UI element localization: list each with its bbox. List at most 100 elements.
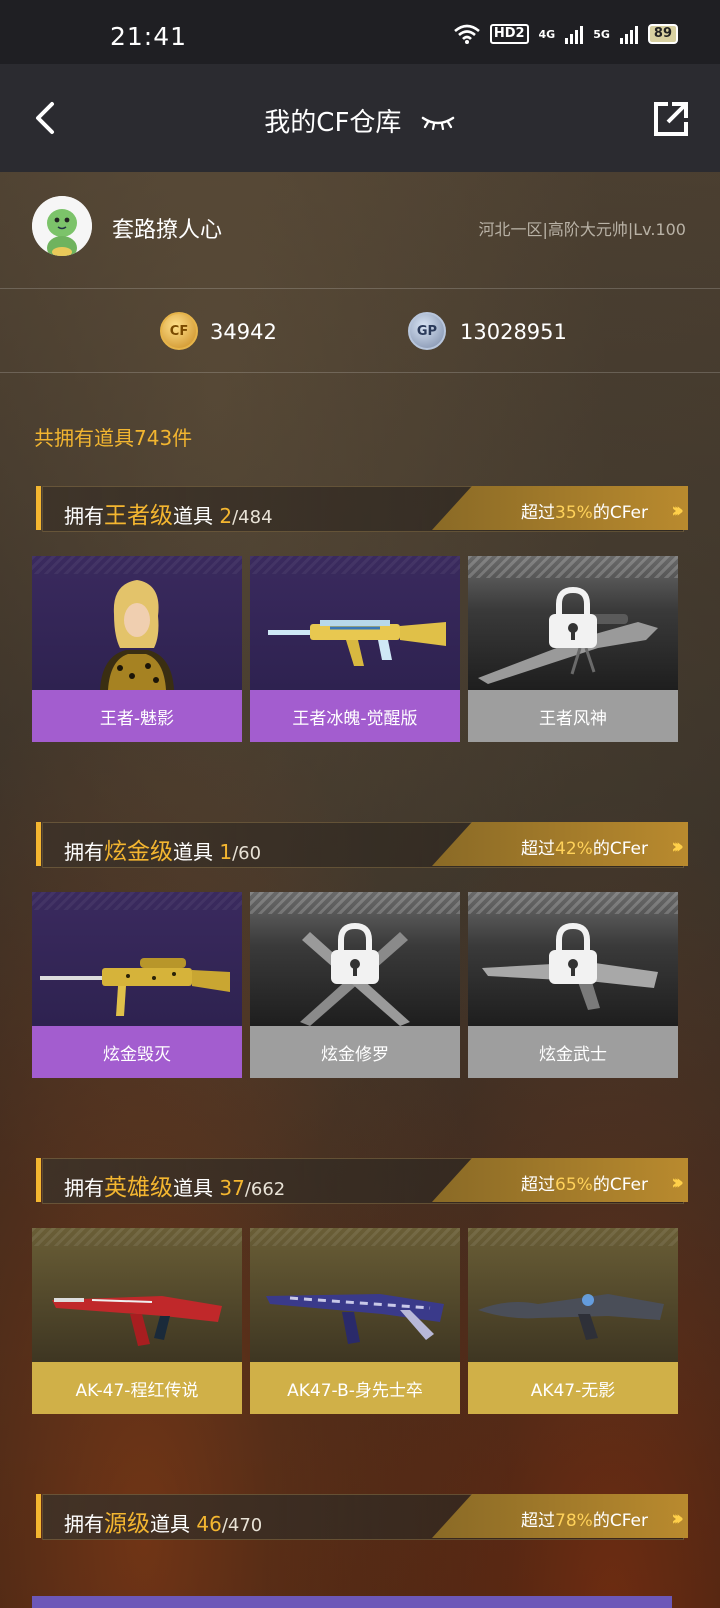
section-header-king[interactable]: 拥有王者级道具 2/484 超过35%的CFer ››› bbox=[36, 486, 688, 532]
rank-prefix: 超过 bbox=[521, 503, 556, 523]
item-image bbox=[250, 892, 460, 1026]
section-rank-text: 超过78%的CFer bbox=[521, 1506, 648, 1531]
item-name: 王者-魅影 bbox=[32, 690, 242, 742]
item-card[interactable]: 炫金毁灭 bbox=[32, 892, 242, 1078]
status-icons: HD2 4G 5G 89 bbox=[453, 24, 678, 44]
section-total-count: /60 bbox=[232, 843, 262, 864]
item-card[interactable]: 炫金武士 bbox=[468, 892, 678, 1078]
rank-percent: 42% bbox=[555, 839, 593, 859]
lock-icon bbox=[331, 922, 379, 984]
currency-row: CF 34942 GP 13028951 bbox=[0, 290, 720, 373]
rank-suffix: 的CFer bbox=[592, 1511, 648, 1531]
item-name: AK47-无影 bbox=[468, 1362, 678, 1414]
rank-suffix: 的CFer bbox=[592, 503, 648, 523]
chevron-right-icon[interactable]: ››› bbox=[671, 1506, 684, 1530]
cf-points-value: 34942 bbox=[210, 320, 277, 344]
page-title: 我的CF仓库 bbox=[0, 102, 720, 139]
section-header-source[interactable]: 拥有源级道具 46/470 超过78%的CFer ››› bbox=[36, 1494, 688, 1540]
rank-percent: 78% bbox=[555, 1511, 593, 1531]
section-tier: 英雄级 bbox=[104, 1175, 173, 1201]
lock-icon bbox=[549, 922, 597, 984]
section-rank-text: 超过35%的CFer bbox=[521, 498, 648, 523]
total-items: 共拥有道具743件 bbox=[34, 426, 193, 450]
item-card[interactable]: 王者风神 bbox=[468, 556, 678, 742]
ak47-icon bbox=[266, 1294, 444, 1344]
rank-prefix: 超过 bbox=[521, 1175, 556, 1195]
item-image bbox=[468, 1228, 678, 1362]
lock-icon bbox=[549, 586, 597, 648]
item-card[interactable]: 王者-魅影 bbox=[32, 556, 242, 742]
rank-percent: 65% bbox=[555, 1175, 593, 1195]
section-tier: 源级 bbox=[104, 1511, 150, 1537]
item-name: 王者风神 bbox=[468, 690, 678, 742]
page-title-text: 我的CF仓库 bbox=[264, 108, 402, 138]
item-image bbox=[32, 556, 242, 690]
section-prefix: 拥有 bbox=[64, 840, 104, 864]
rank-suffix: 的CFer bbox=[592, 1175, 648, 1195]
item-name: 炫金修罗 bbox=[250, 1026, 460, 1078]
signal-4g-icon bbox=[565, 24, 584, 44]
gp-coin-icon: GP bbox=[408, 312, 446, 350]
network-4g-label: 4G bbox=[538, 27, 556, 41]
rank-suffix: 的CFer bbox=[592, 839, 648, 859]
rifle-icon bbox=[268, 620, 446, 666]
status-bar: 21:41 HD2 4G 5G 89 bbox=[0, 0, 720, 64]
server-info: 河北一区|高阶大元帅|Lv.100 bbox=[478, 220, 686, 239]
network-5g-label: 5G bbox=[593, 27, 610, 41]
item-image bbox=[32, 892, 242, 1026]
item-name: AK47-B-身先士卒 bbox=[250, 1362, 460, 1414]
item-card[interactable]: AK47-无影 bbox=[468, 1228, 678, 1414]
hide-eye-icon[interactable] bbox=[420, 112, 456, 130]
section-owned-count: 46 bbox=[196, 1512, 222, 1536]
ak47-icon bbox=[478, 1294, 664, 1340]
section-title: 拥有王者级道具 2/484 bbox=[64, 496, 273, 530]
section-tier: 王者级 bbox=[104, 503, 173, 529]
signal-5g-icon bbox=[619, 24, 638, 44]
chevron-right-icon[interactable]: ››› bbox=[671, 834, 684, 858]
section-rank-text: 超过65%的CFer bbox=[521, 1170, 648, 1195]
section-total-count: /662 bbox=[244, 1179, 286, 1200]
item-image bbox=[32, 1228, 242, 1362]
section-header-hero[interactable]: 拥有英雄级道具 37/662 超过65%的CFer ››› bbox=[36, 1158, 688, 1204]
section-suffix: 道具 bbox=[173, 840, 213, 864]
rank-prefix: 超过 bbox=[521, 839, 556, 859]
sniper-rifle-icon bbox=[40, 958, 230, 1016]
section-owned-count: 37 bbox=[219, 1176, 245, 1200]
section-title: 拥有炫金级道具 1/60 bbox=[64, 832, 261, 866]
item-name: AK-47-程红传说 bbox=[32, 1362, 242, 1414]
item-card[interactable]: 王者冰魄-觉醒版 bbox=[250, 556, 460, 742]
item-card[interactable]: 炫金修罗 bbox=[250, 892, 460, 1078]
section-tier: 炫金级 bbox=[104, 839, 173, 865]
section-accent-bar bbox=[36, 822, 41, 866]
chevron-right-icon[interactable]: ››› bbox=[671, 498, 684, 522]
section-title: 拥有源级道具 46/470 bbox=[64, 1504, 262, 1538]
section-suffix: 道具 bbox=[150, 1512, 190, 1536]
section-total-count: /470 bbox=[221, 1515, 263, 1536]
item-image bbox=[468, 556, 678, 690]
section-header-gold[interactable]: 拥有炫金级道具 1/60 超过42%的CFer ››› bbox=[36, 822, 688, 868]
item-name: 炫金毁灭 bbox=[32, 1026, 242, 1078]
chevron-right-icon[interactable]: ››› bbox=[671, 1170, 684, 1194]
section-suffix: 道具 bbox=[173, 1176, 213, 1200]
profile-row: 套路撩人心 河北一区|高阶大元帅|Lv.100 bbox=[0, 172, 720, 289]
item-image bbox=[468, 892, 678, 1026]
item-image bbox=[250, 1228, 460, 1362]
hd-badge: HD2 bbox=[489, 24, 529, 44]
next-row-card-edge[interactable] bbox=[32, 1596, 672, 1608]
rank-percent: 35% bbox=[555, 503, 593, 523]
section-total-count: /484 bbox=[232, 507, 273, 528]
section-prefix: 拥有 bbox=[64, 1176, 104, 1200]
section-accent-bar bbox=[36, 486, 41, 530]
section-prefix: 拥有 bbox=[64, 504, 104, 528]
share-icon[interactable] bbox=[652, 100, 690, 138]
section-title: 拥有英雄级道具 37/662 bbox=[64, 1168, 285, 1202]
section-accent-bar bbox=[36, 1158, 41, 1202]
avatar[interactable] bbox=[32, 196, 92, 256]
item-card[interactable]: AK-47-程红传说 bbox=[32, 1228, 242, 1414]
rank-prefix: 超过 bbox=[521, 1511, 556, 1531]
section-owned-count: 2 bbox=[219, 504, 233, 528]
character-portrait-icon bbox=[100, 580, 174, 690]
header: 我的CF仓库 bbox=[0, 64, 720, 172]
nickname: 套路撩人心 bbox=[112, 218, 223, 243]
item-card[interactable]: AK47-B-身先士卒 bbox=[250, 1228, 460, 1414]
